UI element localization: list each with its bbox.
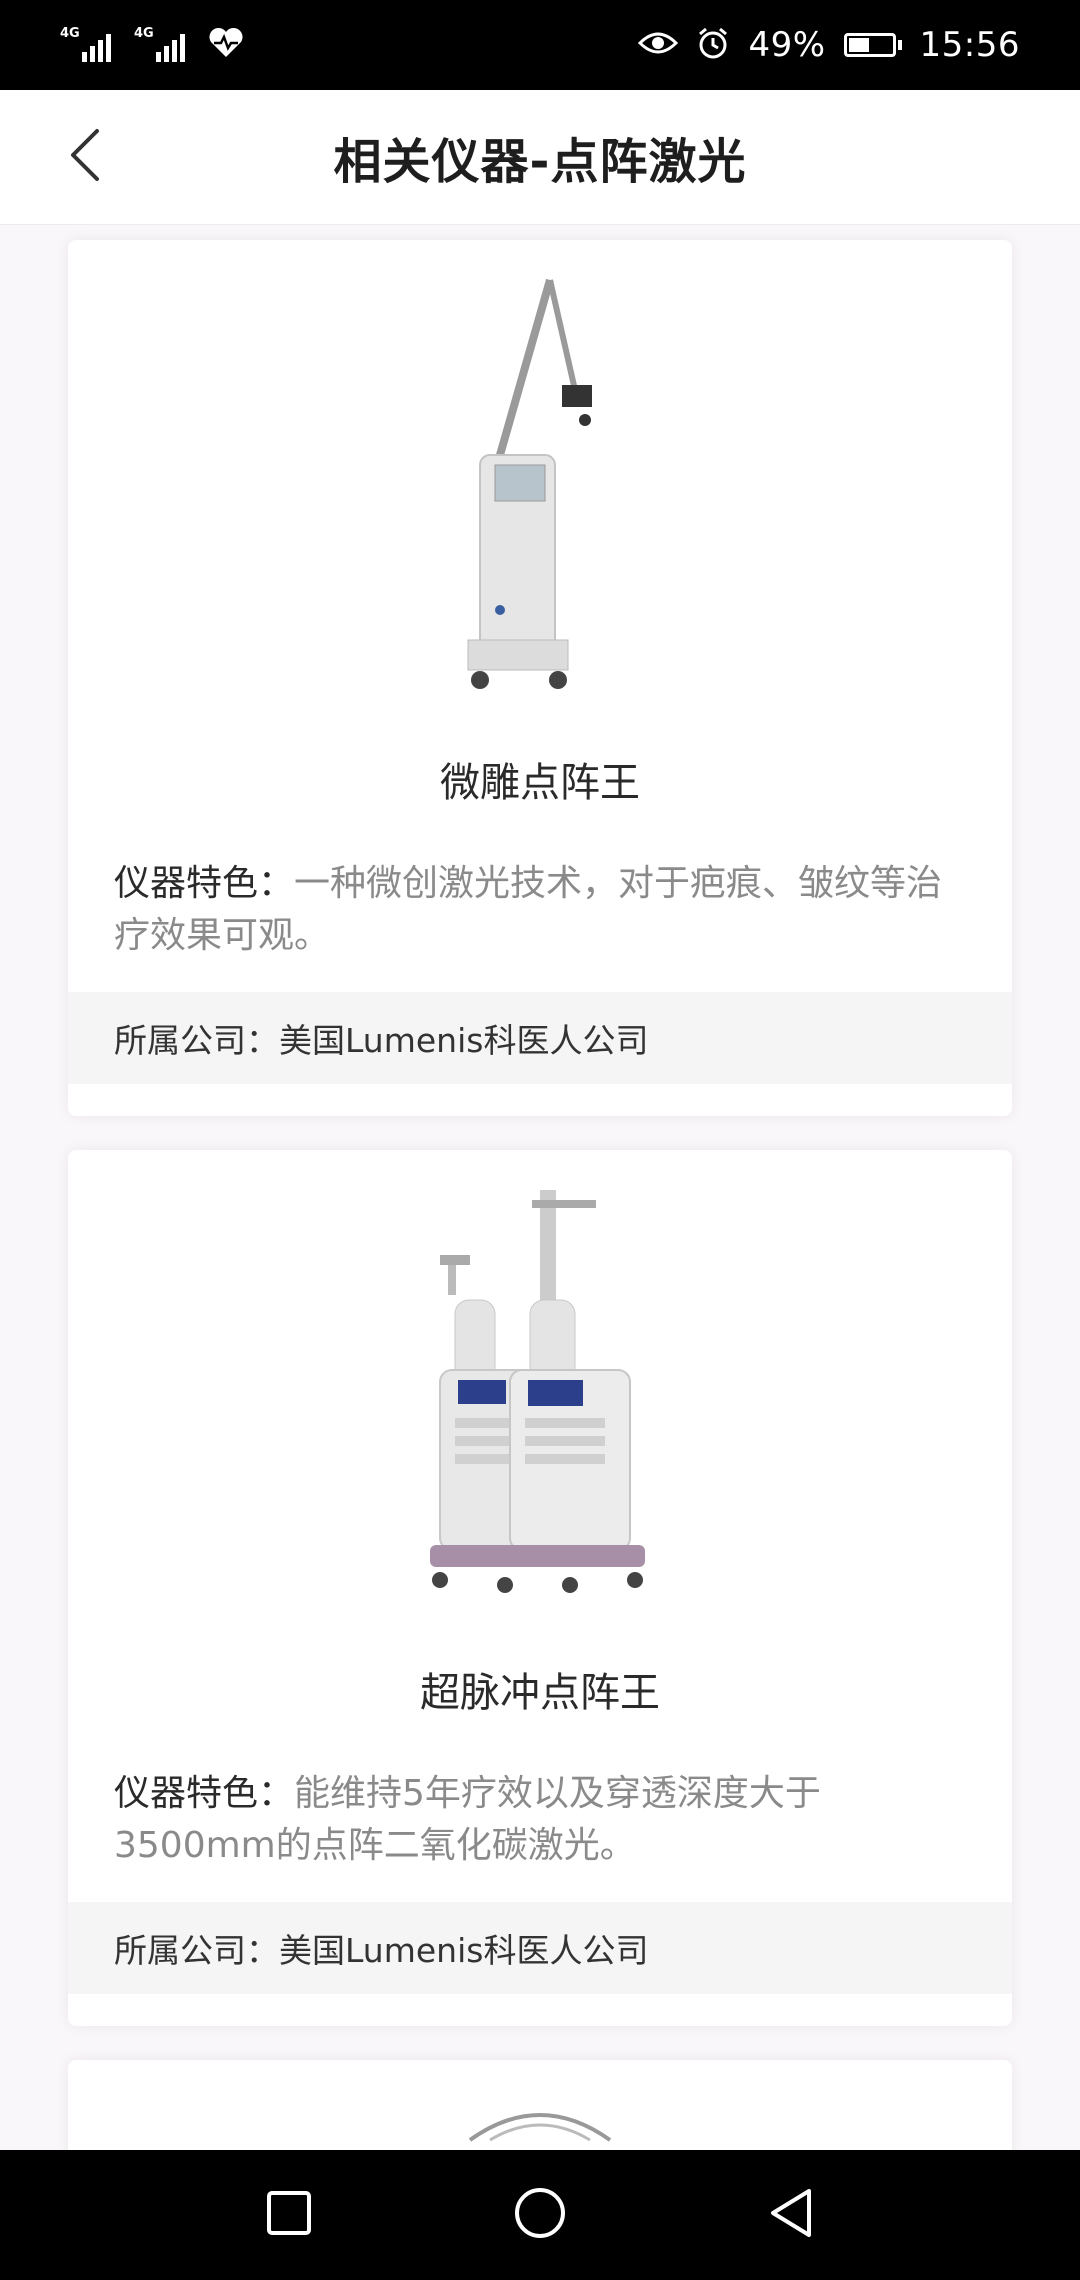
laser-device-image — [430, 1190, 645, 1593]
instrument-feature: 仪器特色：一种微创激光技术，对于疤痕、皱纹等治疗效果可观。 — [114, 858, 966, 962]
company-label: 所属公司： — [114, 1021, 279, 1060]
page-title: 相关仪器-点阵激光 — [333, 134, 747, 190]
clock: 15:56 — [919, 25, 1020, 65]
device-image-partial — [468, 2113, 612, 2142]
instrument-image — [68, 2060, 1012, 2150]
back-icon[interactable] — [767, 2186, 815, 2244]
instrument-name: 超脉冲点阵王 — [420, 1670, 660, 1716]
status-right: 49% 15:56 — [638, 25, 1020, 65]
header: 相关仪器-点阵激光 — [0, 90, 1080, 225]
network-type-label: 4G — [134, 26, 154, 41]
company-name: 美国Lumenis科医人公司 — [279, 1931, 649, 1970]
instrument-image — [68, 240, 1012, 740]
chevron-left-icon — [71, 129, 99, 181]
status-left: 4G 4G — [60, 26, 244, 63]
back-button[interactable] — [50, 120, 120, 190]
laser-device-image — [467, 278, 592, 689]
instrument-card[interactable]: 超脉冲点阵王 仪器特色：能维持5年疗效以及穿透深度大于3500mm的点阵二氧化碳… — [68, 1150, 1012, 2026]
feature-label: 仪器特色： — [114, 863, 295, 904]
network-type-label: 4G — [60, 26, 80, 41]
instrument-card[interactable] — [68, 2060, 1012, 2150]
signal-icon: 4G — [60, 26, 116, 62]
instrument-list[interactable]: 微雕点阵王 仪器特色：一种微创激光技术，对于疤痕、皱纹等治疗效果可观。 所属公司… — [0, 225, 1080, 2150]
feature-label: 仪器特色： — [114, 1773, 295, 1814]
home-icon[interactable] — [513, 2186, 567, 2244]
instrument-company: 所属公司： 美国Lumenis科医人公司 — [68, 1902, 1012, 1994]
signal-icon: 4G — [134, 26, 190, 62]
heart-rate-icon — [208, 27, 244, 63]
battery-percent: 49% — [748, 25, 826, 65]
instrument-feature: 仪器特色：能维持5年疗效以及穿透深度大于3500mm的点阵二氧化碳激光。 — [114, 1768, 966, 1872]
company-label: 所属公司： — [114, 1931, 279, 1970]
instrument-company: 所属公司： 美国Lumenis科医人公司 — [68, 992, 1012, 1084]
instrument-card[interactable]: 微雕点阵王 仪器特色：一种微创激光技术，对于疤痕、皱纹等治疗效果可观。 所属公司… — [68, 240, 1012, 1116]
eye-icon — [638, 29, 679, 61]
system-nav-bar — [0, 2150, 1080, 2280]
instrument-name: 微雕点阵王 — [440, 760, 640, 806]
instrument-image — [68, 1150, 1012, 1650]
battery-icon — [843, 33, 902, 57]
alarm-icon — [696, 26, 730, 64]
status-bar: 4G 4G 49% 15:56 — [0, 0, 1080, 90]
company-name: 美国Lumenis科医人公司 — [279, 1021, 649, 1060]
recent-apps-icon[interactable] — [265, 2189, 313, 2241]
